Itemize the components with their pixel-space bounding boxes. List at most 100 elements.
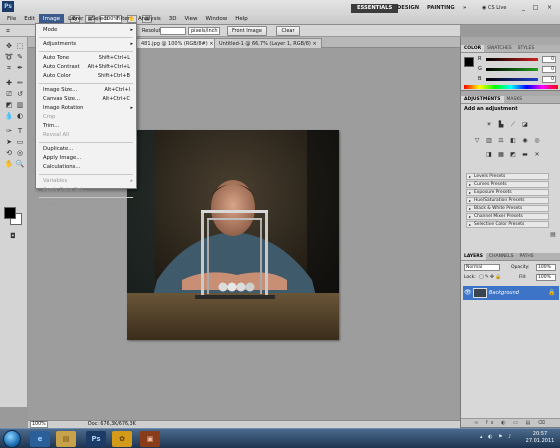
- tab-swatches[interactable]: SWATCHES: [484, 45, 515, 52]
- pen-tool-icon[interactable]: ✑: [4, 126, 14, 136]
- image-menu-item-mode[interactable]: Mode ▸: [36, 26, 136, 35]
- shape-tool-icon[interactable]: ▭: [15, 137, 25, 147]
- zoom-tool-icon[interactable]: 🔍: [15, 159, 25, 169]
- lock-icons[interactable]: ▢✎✥🔒: [479, 274, 502, 281]
- image-menu-item-canvas-size[interactable]: Canvas Size... Alt+Ctrl+C: [36, 95, 136, 104]
- resolution-unit-select[interactable]: pixels/inch: [188, 27, 220, 35]
- selective-color-icon[interactable]: ✕: [533, 151, 541, 159]
- red-slider[interactable]: R 0: [478, 56, 558, 63]
- blue-slider[interactable]: B 0: [478, 76, 558, 83]
- image-menu-item-image-rotation[interactable]: Image Rotation ▸: [36, 104, 136, 113]
- type-tool-icon[interactable]: T: [15, 126, 25, 136]
- system-clock[interactable]: 20:57 27.01.2011: [522, 431, 558, 445]
- tab-paths[interactable]: PATHS: [517, 253, 537, 260]
- green-slider[interactable]: G 0: [478, 66, 558, 73]
- color-balance-icon[interactable]: ⚖: [497, 137, 505, 145]
- image-menu-item-adjustments[interactable]: Adjustments ▸: [36, 40, 136, 49]
- 3d-orbit-tool-icon[interactable]: ◎: [15, 148, 25, 158]
- red-value-field[interactable]: 0: [542, 56, 556, 63]
- crop-tool-icon[interactable]: ⌗: [4, 63, 14, 73]
- file-explorer-icon[interactable]: ▤: [56, 431, 76, 447]
- black-white-icon[interactable]: ◧: [509, 137, 517, 145]
- image-menu-item-image-size[interactable]: Image Size... Alt+Ctrl+I: [36, 86, 136, 95]
- tab-adjustments[interactable]: ADJUSTMENTS: [461, 96, 504, 103]
- preset-channel-mixer[interactable]: Channel Mixer Presets: [466, 213, 549, 220]
- history-brush-tool-icon[interactable]: ↺: [15, 89, 25, 99]
- menu-analysis[interactable]: Analysis: [134, 14, 165, 24]
- gradient-tool-icon[interactable]: ▥: [15, 100, 25, 110]
- red-slider-track[interactable]: [486, 58, 538, 61]
- brush-tool-icon[interactable]: ✏: [15, 78, 25, 88]
- internet-explorer-icon[interactable]: e: [30, 431, 50, 447]
- app-flower-icon[interactable]: ✿: [112, 431, 132, 447]
- close-icon[interactable]: ×: [545, 3, 554, 12]
- preset-levels[interactable]: Levels Presets: [466, 173, 549, 180]
- hand-tool-icon[interactable]: ✋: [4, 159, 14, 169]
- maximize-icon[interactable]: □: [531, 3, 540, 12]
- clear-button[interactable]: Clear: [276, 26, 300, 36]
- tab-channels[interactable]: CHANNELS: [486, 253, 517, 260]
- green-value-field[interactable]: 0: [542, 66, 556, 73]
- image-menu-item-auto-color[interactable]: Auto Color Shift+Ctrl+B: [36, 72, 136, 81]
- levels-icon[interactable]: ▙: [497, 121, 505, 129]
- photoshop-taskbar-icon[interactable]: Ps: [86, 431, 106, 447]
- preset-curves[interactable]: Curves Presets: [466, 181, 549, 188]
- menu-file[interactable]: File: [3, 14, 20, 24]
- workspace-painting[interactable]: PAINTING: [421, 4, 461, 13]
- image-menu-item-calculations[interactable]: Calculations...: [36, 163, 136, 172]
- tab-color[interactable]: COLOR: [461, 45, 485, 52]
- marquee-tool-icon[interactable]: ⬚: [15, 41, 25, 51]
- app-media-icon[interactable]: ▣: [140, 431, 160, 447]
- workspace-more-button[interactable]: »: [457, 4, 472, 13]
- eye-icon[interactable]: 👁: [464, 289, 472, 296]
- tray-icons[interactable]: ▴ ◐ ⚑ ♪: [480, 434, 513, 440]
- preset-selective-color[interactable]: Selective Color Presets: [466, 221, 549, 228]
- preset-hue-saturation[interactable]: Hue/Saturation Presets: [466, 197, 549, 204]
- image-menu-item-auto-contrast[interactable]: Auto Contrast Alt+Shift+Ctrl+L: [36, 63, 136, 72]
- tab-styles[interactable]: STYLES: [515, 45, 538, 52]
- threshold-icon[interactable]: ◩: [509, 151, 517, 159]
- channel-mixer-icon[interactable]: ◎: [533, 137, 541, 145]
- menu-window[interactable]: Window: [202, 14, 232, 24]
- crop-tool-preset-icon[interactable]: ⌗: [3, 26, 13, 36]
- color-spectrum-bar[interactable]: [464, 85, 558, 89]
- vibrance-icon[interactable]: ▽: [473, 137, 481, 145]
- posterize-icon[interactable]: ▦: [497, 151, 505, 159]
- blue-slider-track[interactable]: [486, 78, 538, 81]
- document-photo[interactable]: [127, 130, 339, 340]
- path-selection-tool-icon[interactable]: ➤: [4, 137, 14, 147]
- minimize-icon[interactable]: _: [519, 3, 528, 12]
- image-menu-item-apply-image[interactable]: Apply Image...: [36, 154, 136, 163]
- menu-view[interactable]: View: [180, 14, 201, 24]
- status-doc-info[interactable]: Doc: 676,3K/676,3K: [88, 421, 136, 428]
- eyedropper-tool-icon[interactable]: ✒: [15, 63, 25, 73]
- blue-value-field[interactable]: 0: [542, 76, 556, 83]
- quick-mask-icon[interactable]: ◘: [8, 231, 18, 241]
- move-tool-icon[interactable]: ✥: [4, 41, 14, 51]
- workspace-design[interactable]: DESIGN: [391, 4, 425, 13]
- clone-stamp-tool-icon[interactable]: ⎚: [4, 89, 14, 99]
- lasso-tool-icon[interactable]: ➰: [4, 52, 14, 62]
- front-image-button[interactable]: Front Image: [227, 26, 267, 36]
- tab-masks[interactable]: MASKS: [504, 96, 526, 103]
- tab-layers[interactable]: LAYERS: [461, 253, 486, 260]
- resolution-input[interactable]: [160, 27, 186, 35]
- fill-field[interactable]: 100%: [536, 274, 556, 281]
- gradient-map-icon[interactable]: ▬: [521, 151, 529, 159]
- status-zoom-field[interactable]: 100%: [30, 421, 48, 428]
- photo-filter-icon[interactable]: ◉: [521, 137, 529, 145]
- exposure-icon[interactable]: ◪: [521, 121, 529, 129]
- quick-selection-tool-icon[interactable]: ✎: [15, 52, 25, 62]
- curves-icon[interactable]: ⟋: [509, 121, 517, 129]
- start-button[interactable]: [3, 430, 21, 448]
- layer-row-background[interactable]: 👁 Background 🔒: [463, 286, 559, 300]
- healing-brush-tool-icon[interactable]: ✚: [4, 78, 14, 88]
- menu-help[interactable]: Help: [231, 14, 252, 24]
- preset-black-white[interactable]: Black & White Presets: [466, 205, 549, 212]
- hue-saturation-icon[interactable]: ▥: [485, 137, 493, 145]
- blend-mode-select[interactable]: Normal: [464, 264, 500, 271]
- layer-name[interactable]: Background: [489, 289, 519, 297]
- doc-tab-untitled-1[interactable]: Untitled-1 @ 66,7% (Layer 1, RGB/8) ×: [214, 38, 322, 48]
- image-menu-item-auto-tone[interactable]: Auto Tone Shift+Ctrl+L: [36, 54, 136, 63]
- foreground-color-swatch[interactable]: [4, 207, 16, 219]
